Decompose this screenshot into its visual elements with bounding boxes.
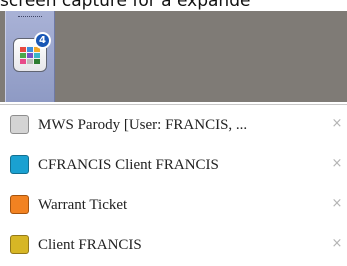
window-color-swatch (10, 235, 29, 254)
grid-cell (34, 53, 40, 58)
app-grid-swatches (20, 47, 41, 66)
window-color-swatch (10, 195, 29, 214)
window-list-item[interactable]: MWS Parody [User: FRANCIS, ... × (0, 105, 347, 145)
window-color-swatch (10, 155, 29, 174)
grid-cell (34, 59, 40, 64)
grip-handle (18, 16, 42, 19)
grid-cell (27, 59, 33, 64)
grid-cell (20, 53, 26, 58)
close-icon[interactable]: × (330, 194, 344, 214)
window-title: CFRANCIS Client FRANCIS (38, 157, 219, 173)
caption-text: screen capture for a expande (0, 0, 251, 11)
window-title: Warrant Ticket (38, 197, 128, 213)
window-list-item[interactable]: CFRANCIS Client FRANCIS × (0, 145, 347, 185)
screenshot-root: screen capture for a expande 4 MWS Parod… (0, 0, 347, 266)
grid-cell (27, 53, 33, 58)
close-icon[interactable]: × (330, 154, 344, 174)
close-icon[interactable]: × (330, 114, 344, 134)
taskbar: 4 (0, 11, 347, 102)
grid-cell (20, 59, 26, 64)
window-count-badge: 4 (34, 32, 51, 49)
close-icon[interactable]: × (330, 234, 344, 254)
grid-cell (27, 47, 33, 52)
window-title: Client FRANCIS (38, 237, 142, 253)
window-list-item[interactable]: Client FRANCIS × (0, 225, 347, 265)
window-color-swatch (10, 115, 29, 134)
window-list-item[interactable]: Warrant Ticket × (0, 185, 347, 225)
window-title: MWS Parody [User: FRANCIS, ... (38, 117, 248, 133)
taskbar-group-button[interactable]: 4 (5, 11, 55, 102)
window-list: MWS Parody [User: FRANCIS, ... × CFRANCI… (0, 104, 347, 266)
grid-cell (20, 47, 26, 52)
